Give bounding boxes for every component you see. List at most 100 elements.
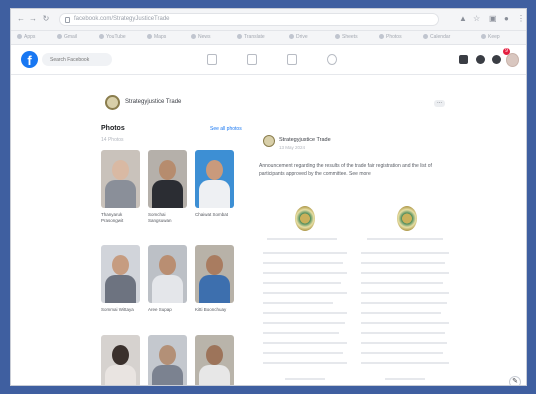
document-line [263,312,347,314]
photo-face [206,345,223,365]
photo-face [112,345,129,365]
photo-body [199,365,230,385]
post-date[interactable]: 13 May 2024 [279,145,305,150]
groups-tab-icon[interactable] [327,54,337,65]
person-name[interactable]: Somchai Sangsuwan [148,212,190,224]
bookmark-item[interactable]: Sheets [335,34,375,41]
bookmark-item[interactable]: Drive [289,34,331,41]
forward-icon[interactable]: → [28,14,38,24]
document-line [263,352,343,354]
marketplace-tab-icon[interactable] [287,54,297,65]
person-photo[interactable] [148,335,187,385]
person-name[interactable]: Kitti Boonchuay [195,307,237,313]
person-name[interactable]: Sommai Wittaya [101,307,143,313]
photo-face [206,255,223,275]
document-line [263,302,333,304]
extensions-icon[interactable]: ▣ [489,14,497,24]
document-line [263,282,341,284]
video-tab-icon[interactable] [247,54,257,65]
document-line [361,312,441,314]
person-name[interactable]: Chaiwat Sombat [195,212,237,218]
document-line [263,252,347,254]
document-line [263,362,347,364]
account-avatar[interactable] [506,53,519,67]
post-text: Announcement regarding the results of th… [259,163,432,177]
bookmark-item[interactable]: Keep [481,34,521,41]
menu-grid-icon[interactable] [459,55,468,64]
person-photo[interactable] [101,245,140,303]
home-tab-icon[interactable] [207,54,217,65]
messenger-icon[interactable] [476,55,485,64]
photo-body [105,275,136,303]
document-line [361,272,449,274]
star-icon[interactable]: ☆ [473,14,480,24]
seal-emblem-icon [397,206,417,231]
photo-face [159,160,176,180]
document-line [361,332,445,334]
bookmark-item[interactable]: Apps [17,34,53,41]
document-line [361,252,449,254]
person-name[interactable]: Thanyaruk Prasongwit [101,212,143,224]
person-photo[interactable] [101,150,140,208]
person-photo[interactable] [195,335,234,385]
bookmark-item[interactable]: Maps [147,34,187,41]
document-line [285,378,325,380]
photo-face [159,345,176,365]
menu-icon[interactable]: ⋮ [517,14,525,24]
person-photo[interactable] [195,245,234,303]
page-name[interactable]: Strategyjustice Trade [125,99,181,105]
document-line [263,332,339,334]
bookmark-item[interactable]: YouTube [99,34,143,41]
person-photo[interactable] [148,150,187,208]
bookmark-item[interactable]: News [191,34,233,41]
seal-emblem-icon [295,206,315,231]
reload-icon[interactable]: ↻ [41,14,51,24]
person-photo[interactable] [195,150,234,208]
facebook-header: f 9 [11,45,526,75]
bookmark-item[interactable]: Photos [379,34,419,41]
person-name[interactable]: Aree Supap [148,307,190,313]
bookmark-icon [57,34,62,39]
document-line [267,238,337,240]
see-all-photos-link[interactable]: See all photos [210,126,242,132]
bookmark-item[interactable]: Gmail [57,34,95,41]
person-photo[interactable] [148,245,187,303]
photo-body [152,275,183,303]
search-input[interactable] [42,53,112,66]
bookmark-icon [237,34,242,39]
page-logo-icon[interactable] [105,95,120,110]
bookmark-icon [481,34,486,39]
address-bar[interactable]: facebook.com/StrategyJusticeTrade [59,13,439,26]
bookmark-item[interactable]: Calendar [423,34,467,41]
facebook-logo-icon[interactable]: f [21,51,38,68]
bookmark-icon [423,34,428,39]
photo-body [105,180,136,208]
document-line [263,322,345,324]
post-author-logo-icon[interactable] [263,135,275,147]
photo-body [152,180,183,208]
document-line [367,238,443,240]
document-line [361,322,449,324]
edit-icon[interactable]: ✎ [509,376,521,385]
document-line [263,292,347,294]
bookmark-icon [147,34,152,39]
bookmark-icon [99,34,104,39]
post-card: Strategyjustice Trade 13 May 2024 Announ… [255,130,455,385]
photos-section-title: Photos [101,125,125,132]
person-photo[interactable] [101,335,140,385]
bookmarks-bar: Apps Gmail YouTube Maps News Translate D… [11,31,526,45]
document-line [385,378,425,380]
back-icon[interactable]: ← [16,14,26,24]
browser-window: ← → ↻ facebook.com/StrategyJusticeTrade … [10,8,527,386]
photos-count: 14 Photos [101,137,124,143]
profile-icon[interactable]: ● [504,14,509,24]
photo-body [199,275,230,303]
document-line [361,292,449,294]
post-author[interactable]: Strategyjustice Trade [279,137,331,143]
bell-icon[interactable] [492,55,501,64]
document-line [361,362,449,364]
document-line [263,272,347,274]
bookmark-item[interactable]: Translate [237,34,285,41]
share-icon[interactable]: ▲ [459,14,467,24]
more-options-button[interactable]: ... [434,99,445,107]
